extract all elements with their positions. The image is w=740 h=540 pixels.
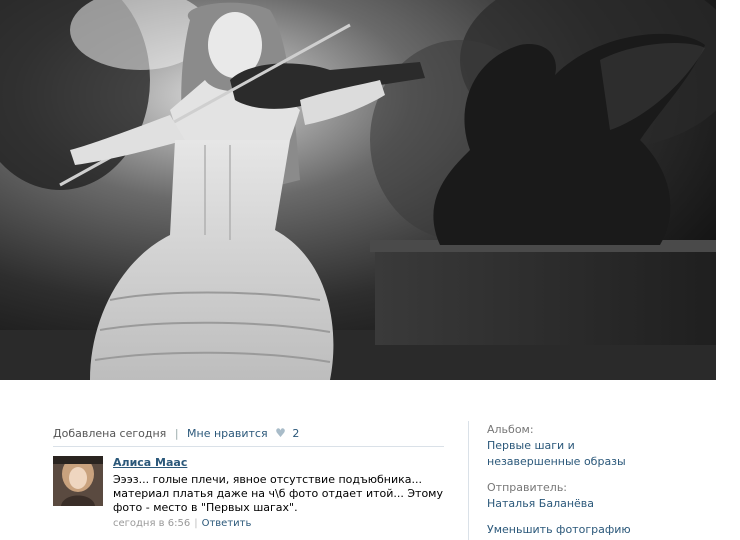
photo-sidebar: Альбом: Первые шаги и незавершенные обра… [487,422,657,538]
main-photo[interactable] [0,0,716,380]
sender-label: Отправитель: [487,481,568,494]
column-divider [468,421,469,540]
sender-link[interactable]: Наталья Баланёва [487,496,657,512]
like-count[interactable]: 2 [292,427,299,440]
comment-text: Эээз... голые плечи, явное отсутствие по… [113,473,443,514]
footer-separator: | [194,518,198,529]
reply-link[interactable]: Ответить [202,518,252,529]
avatar-image [53,456,103,506]
comment-time: сегодня в 6:56 [113,518,191,529]
added-date: Добавлена сегодня [53,427,167,440]
meta-divider [53,446,444,447]
comment-author[interactable]: Алиса Маас [113,456,453,469]
photo-meta: Добавлена сегодня | Мне нравится ♥ 2 [53,426,299,440]
album-label: Альбом: [487,423,534,436]
comment-footer: сегодня в 6:56 | Ответить [113,518,453,529]
like-link[interactable]: Мне нравится [187,427,268,440]
heart-icon[interactable]: ♥ [275,426,286,440]
avatar[interactable] [53,456,103,506]
comment-body: Алиса Маас Эээз... голые плечи, явное от… [113,456,453,529]
album-link[interactable]: Первые шаги и незавершенные образы [487,438,657,470]
photo-image [0,0,716,380]
meta-separator: | [174,427,179,440]
shrink-photo-link[interactable]: Уменьшить фотографию [487,522,657,538]
